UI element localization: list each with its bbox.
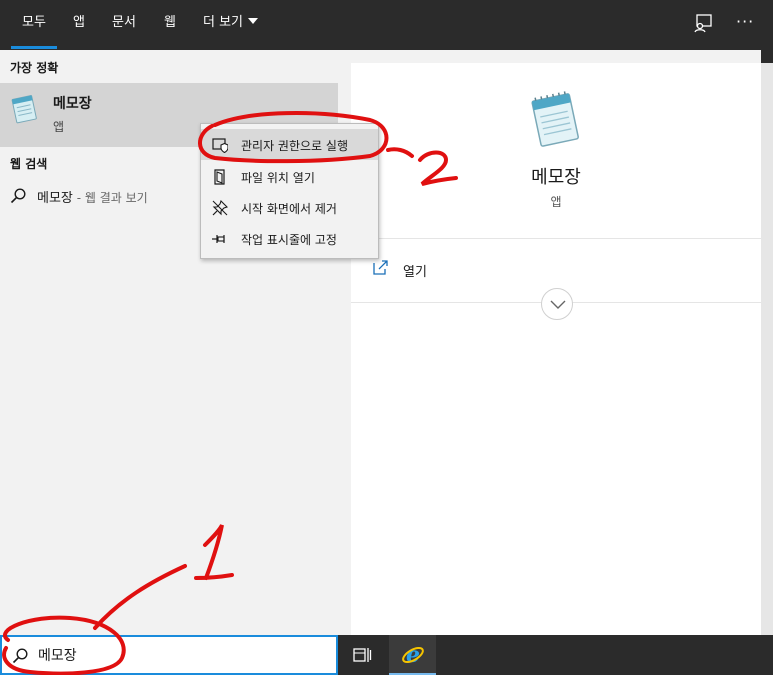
- feedback-icon[interactable]: [693, 13, 713, 33]
- chevron-down-icon: [550, 300, 566, 309]
- caret-down-icon: [248, 18, 259, 24]
- window-edge: [761, 50, 773, 635]
- taskbar-app-internet-explorer[interactable]: e: [389, 635, 436, 675]
- taskbar: 메모장 e: [0, 635, 773, 675]
- tab-web[interactable]: 웹: [164, 0, 176, 50]
- open-label: 열기: [403, 265, 427, 280]
- menu-item-pin-to-taskbar[interactable]: 작업 표시줄에 고정: [201, 223, 378, 254]
- search-input[interactable]: 메모장: [38, 645, 77, 665]
- notepad-icon: [11, 95, 37, 124]
- unpin-icon: [212, 200, 228, 216]
- menu-item-open-file-location[interactable]: 파일 위치 열기: [201, 161, 378, 192]
- tab-documents[interactable]: 문서: [112, 0, 136, 50]
- preview-pane: 메모장 앱 열기: [351, 63, 761, 635]
- app-subtitle: 앱: [550, 195, 562, 209]
- search-box[interactable]: 메모장: [0, 635, 338, 675]
- tab-more-label: 더 보기: [203, 15, 244, 30]
- open-action[interactable]: 열기: [373, 259, 493, 281]
- menu-item-label: 시작 화면에서 제거: [241, 202, 337, 216]
- divider: [351, 238, 761, 239]
- menu-item-label: 파일 위치 열기: [241, 171, 315, 185]
- search-icon: [12, 648, 28, 664]
- folder-icon: [214, 169, 225, 185]
- web-result-text: 메모장 - 웹 결과 보기: [37, 187, 148, 206]
- web-result-suffix: - 웹 결과 보기: [72, 191, 148, 205]
- tab-more[interactable]: 더 보기: [203, 0, 259, 50]
- best-match-name: 메모장: [53, 96, 92, 112]
- web-result-query: 메모장: [37, 191, 73, 206]
- web-search-heading: 웹 검색: [10, 157, 48, 171]
- shield-icon: [212, 138, 228, 153]
- expand-button[interactable]: [541, 288, 573, 320]
- menu-item-label: 관리자 권한으로 실행: [241, 139, 348, 153]
- app-title: 메모장: [531, 167, 581, 188]
- window-edge-inner: [761, 63, 773, 635]
- tab-all[interactable]: 모두: [11, 0, 57, 50]
- notepad-icon: [531, 91, 579, 147]
- best-match-heading: 가장 정확: [10, 61, 59, 75]
- internet-explorer-icon: e: [402, 642, 424, 666]
- search-scope-bar: 모두 앱 문서 웹 더 보기 ···: [0, 0, 773, 50]
- tab-apps[interactable]: 앱: [73, 0, 85, 50]
- context-menu: 관리자 권한으로 실행 파일 위치 열기 시작 화면에서 제거 작업 표시줄에 …: [200, 123, 379, 259]
- task-view-icon[interactable]: [352, 645, 372, 665]
- more-options-icon[interactable]: ···: [736, 12, 754, 31]
- menu-item-run-as-admin[interactable]: 관리자 권한으로 실행: [201, 129, 378, 160]
- menu-item-label: 작업 표시줄에 고정: [241, 233, 337, 247]
- open-icon: [373, 260, 388, 275]
- best-match-type: 앱: [53, 120, 65, 134]
- search-icon: [10, 188, 26, 204]
- menu-item-unpin-from-start[interactable]: 시작 화면에서 제거: [201, 192, 378, 223]
- pin-icon: [212, 235, 225, 243]
